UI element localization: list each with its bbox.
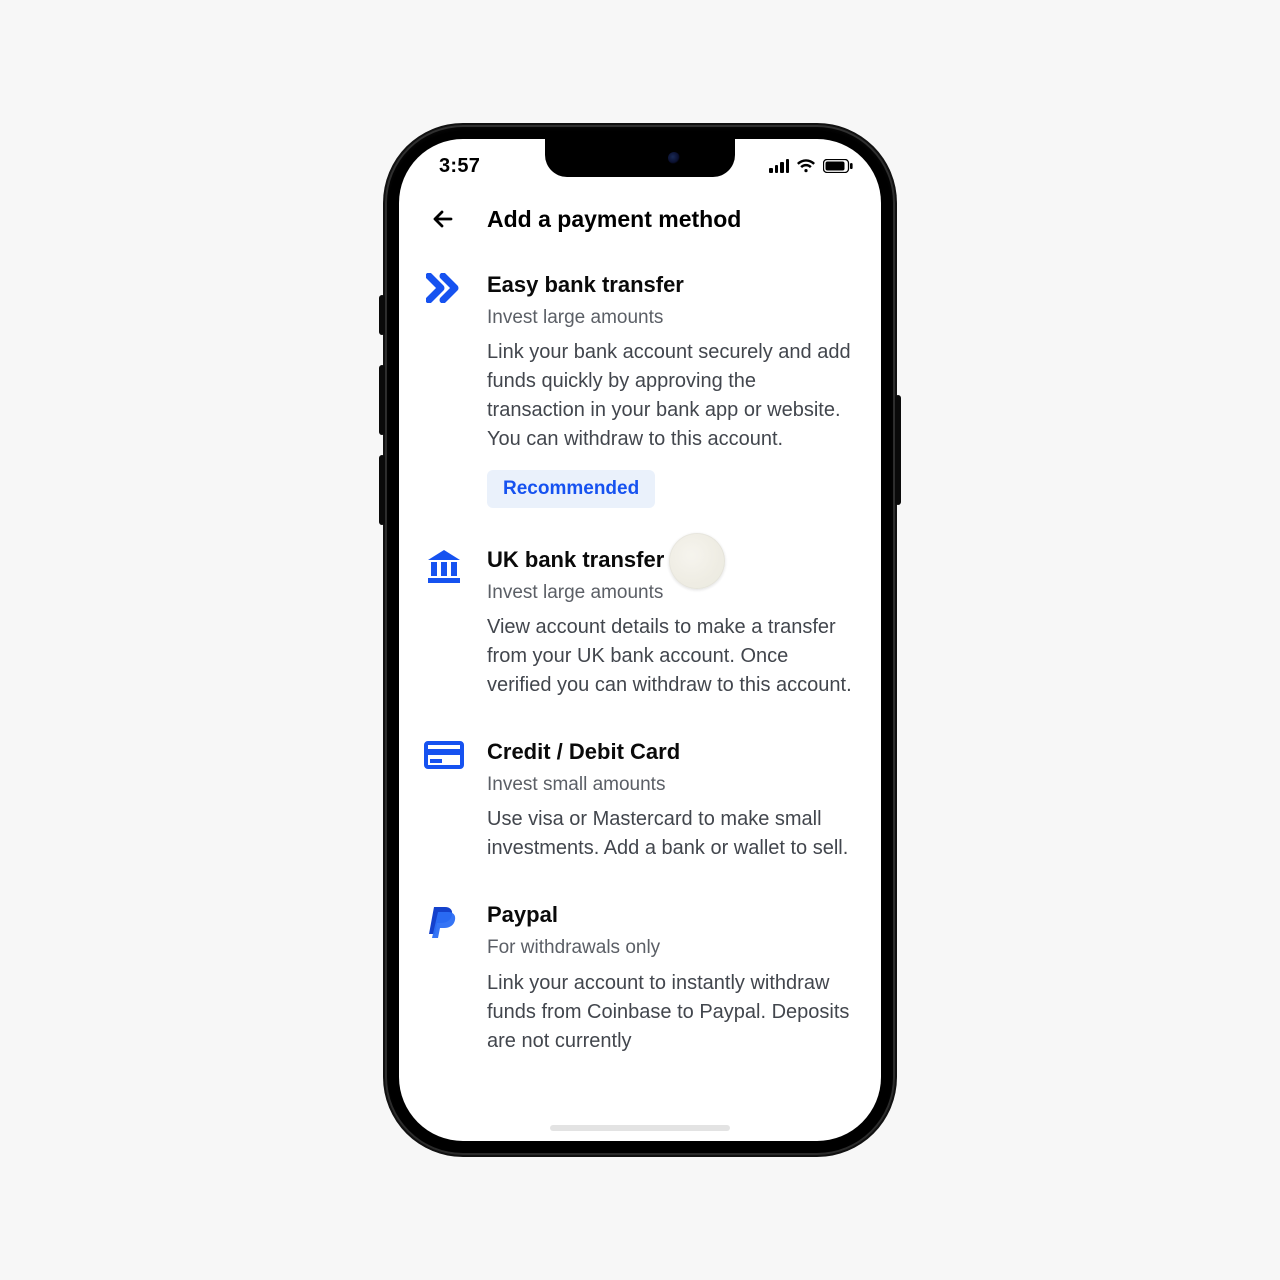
pm-subtitle: For withdrawals only — [487, 935, 857, 961]
pm-description: Link your account to instantly withdraw … — [487, 969, 857, 1056]
pm-description: Link your bank account securely and add … — [487, 338, 857, 454]
pm-title: UK bank transfer — [487, 546, 857, 574]
status-icons — [769, 159, 853, 173]
pm-subtitle: Invest large amounts — [487, 580, 857, 606]
payment-method-credit-debit-card[interactable]: Credit / Debit Card Invest small amounts… — [423, 738, 857, 863]
payment-method-paypal[interactable]: Paypal For withdrawals only Link your ac… — [423, 901, 857, 1055]
home-indicator — [550, 1125, 730, 1131]
pm-description: View account details to make a transfer … — [487, 613, 857, 700]
payment-method-list: Easy bank transfer Invest large amounts … — [399, 243, 881, 1056]
volume-down-button — [379, 455, 385, 525]
back-button[interactable] — [427, 203, 459, 235]
fast-forward-icon — [423, 271, 465, 303]
front-camera — [668, 152, 680, 164]
pm-subtitle: Invest small amounts — [487, 772, 857, 798]
phone-frame: 3:57 — [385, 125, 895, 1155]
notch — [545, 139, 735, 177]
paypal-icon — [423, 901, 465, 941]
volume-up-button — [379, 365, 385, 435]
pm-description: Use visa or Mastercard to make small inv… — [487, 805, 857, 863]
payment-method-uk-bank-transfer[interactable]: UK bank transfer Invest large amounts Vi… — [423, 546, 857, 700]
mute-switch — [379, 295, 385, 335]
power-button — [895, 395, 901, 505]
header: Add a payment method — [399, 193, 881, 243]
bank-icon — [423, 546, 465, 584]
pm-title: Easy bank transfer — [487, 271, 857, 299]
pm-title: Paypal — [487, 901, 857, 929]
status-time: 3:57 — [439, 155, 480, 178]
card-icon — [423, 738, 465, 770]
pm-title: Credit / Debit Card — [487, 738, 857, 766]
recommended-badge: Recommended — [487, 470, 655, 508]
cellular-icon — [769, 159, 789, 173]
wifi-icon — [796, 159, 816, 173]
screen: 3:57 — [399, 139, 881, 1141]
page-title: Add a payment method — [487, 206, 741, 233]
payment-method-easy-bank-transfer[interactable]: Easy bank transfer Invest large amounts … — [423, 271, 857, 508]
arrow-left-icon — [431, 207, 455, 231]
pm-subtitle: Invest large amounts — [487, 305, 857, 331]
battery-icon — [823, 159, 853, 173]
